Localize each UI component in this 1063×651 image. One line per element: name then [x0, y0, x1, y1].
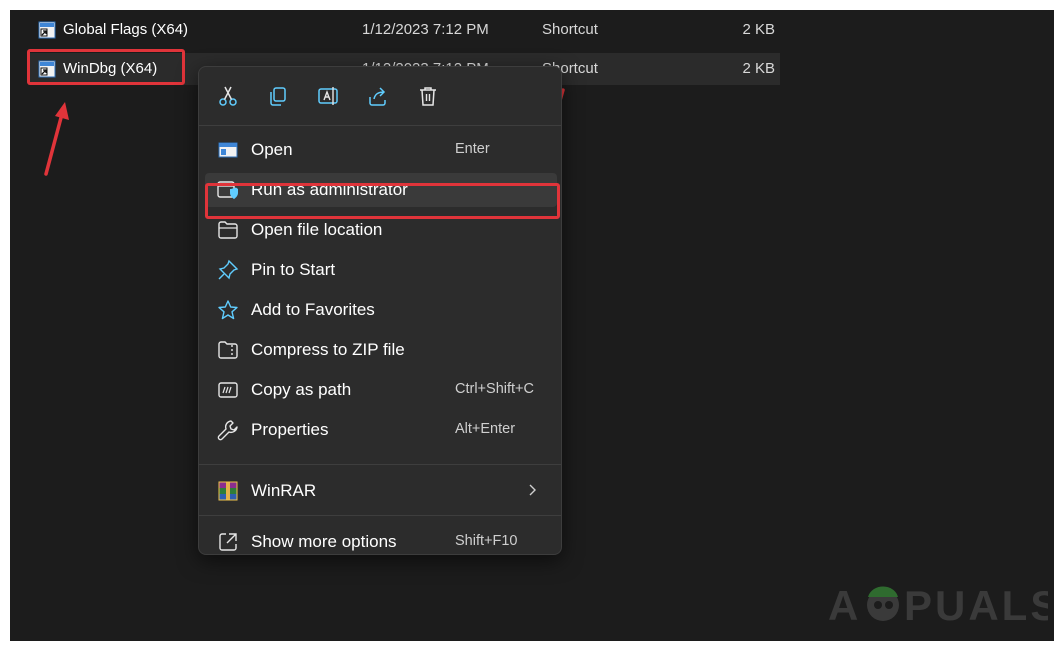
explorer-window: Global Flags (X64) 1/12/2023 7:12 PM Sho… — [10, 10, 1054, 641]
chevron-right-icon — [527, 481, 539, 504]
quick-actions-bar — [199, 67, 561, 125]
menu-item-shortcut: Shift+F10 — [455, 533, 518, 549]
menu-item-label: WinRAR — [251, 481, 317, 500]
file-date: 1/12/2023 7:12 PM — [362, 21, 489, 38]
menu-item-label: Copy as path — [251, 380, 352, 399]
menu-separator — [199, 125, 561, 126]
menu-separator — [199, 515, 561, 516]
menu-item-pin-to-start[interactable]: Pin to Start — [205, 253, 557, 287]
menu-item-open[interactable]: Open Enter — [205, 133, 557, 167]
context-menu: Open Enter Run as administrator Open fil… — [198, 66, 562, 555]
copy-path-icon — [217, 379, 239, 401]
svg-text:A: A — [828, 582, 860, 629]
star-icon — [217, 299, 239, 321]
file-type: Shortcut — [542, 21, 598, 38]
menu-item-shortcut: Alt+Enter — [455, 421, 516, 437]
file-row-global-flags[interactable]: Global Flags (X64) 1/12/2023 7:12 PM Sho… — [28, 14, 780, 46]
scissors-icon — [219, 86, 237, 106]
winrar-icon — [217, 480, 239, 502]
delete-button[interactable] — [413, 81, 443, 111]
pin-icon — [217, 259, 239, 281]
menu-item-copy-as-path[interactable]: Copy as path Ctrl+Shift+C — [205, 373, 557, 407]
cut-button[interactable] — [213, 81, 243, 111]
menu-item-label: Pin to Start — [251, 260, 336, 279]
share-button[interactable] — [363, 81, 393, 111]
show-more-icon — [217, 531, 239, 553]
copy-icon — [270, 87, 286, 106]
menu-item-label: Properties — [251, 420, 329, 439]
file-size: 2 KB — [742, 21, 775, 38]
menu-item-label: Add to Favorites — [251, 300, 375, 319]
menu-item-show-more-options[interactable]: Show more options Shift+F10 — [205, 525, 557, 559]
wrench-icon — [217, 419, 239, 441]
appuals-watermark-logo: A PUALS — [828, 582, 1048, 629]
windbg-highlight-box — [27, 49, 185, 85]
menu-item-properties[interactable]: Properties Alt+Enter — [205, 413, 557, 447]
menu-item-add-to-favorites[interactable]: Add to Favorites — [205, 293, 557, 327]
menu-separator — [199, 464, 561, 465]
menu-item-label: Compress to ZIP file — [251, 340, 405, 359]
file-name: Global Flags (X64) — [63, 21, 189, 38]
menu-item-label: Show more options — [251, 532, 397, 551]
file-size: 2 KB — [742, 60, 775, 77]
menu-item-shortcut: Ctrl+Shift+C — [455, 381, 534, 397]
rename-button[interactable] — [313, 81, 343, 111]
menu-item-open-file-location[interactable]: Open file location — [205, 213, 557, 247]
arrow-up-icon — [44, 102, 69, 176]
zip-folder-icon — [217, 339, 239, 361]
copy-button[interactable] — [263, 81, 293, 111]
menu-item-shortcut: Enter — [455, 141, 490, 157]
menu-item-winrar[interactable]: WinRAR — [205, 474, 557, 508]
folder-icon — [217, 219, 239, 241]
share-icon — [369, 87, 386, 106]
trash-icon — [420, 87, 436, 106]
shortcut-app-icon — [38, 21, 56, 39]
rename-icon — [318, 87, 338, 105]
open-window-icon — [217, 139, 239, 161]
svg-text:PUALS: PUALS — [904, 582, 1048, 629]
menu-item-label: Open — [251, 140, 293, 159]
menu-item-label: Open file location — [251, 220, 383, 239]
menu-item-compress-to-zip[interactable]: Compress to ZIP file — [205, 333, 557, 367]
